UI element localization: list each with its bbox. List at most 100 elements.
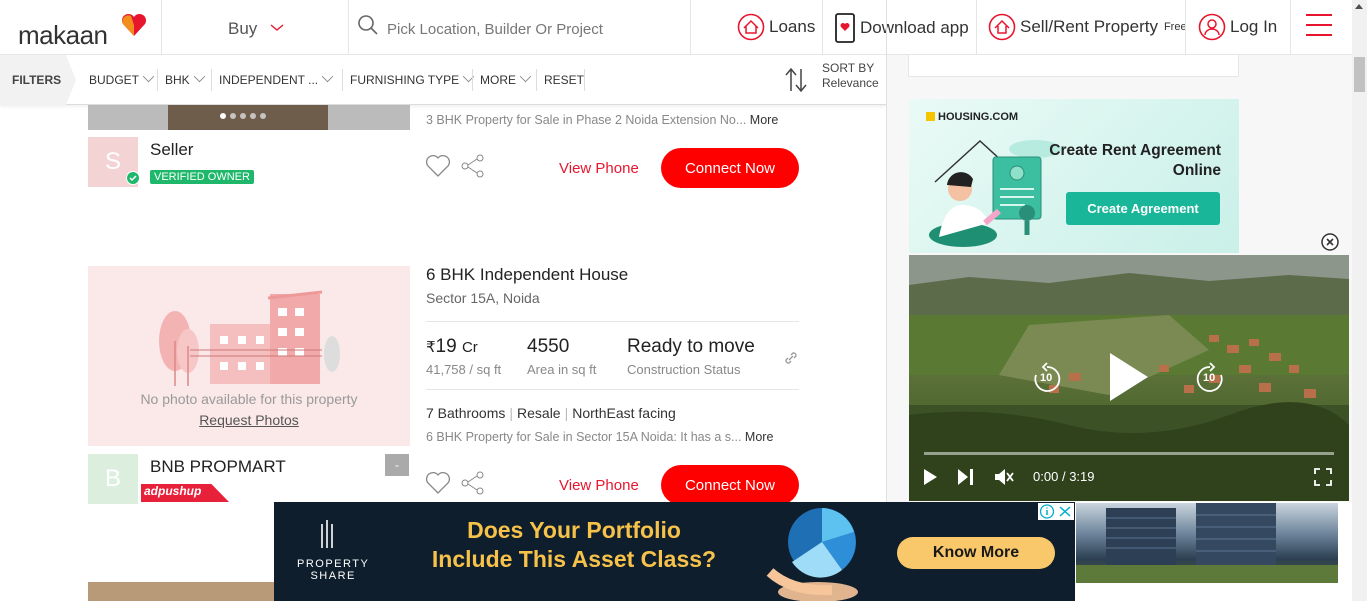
feature-bathrooms: 7 Bathrooms <box>426 405 506 421</box>
video-time: 0:00 / 3:19 <box>1033 469 1095 484</box>
sell-rent-link[interactable]: Sell/Rent Property Free <box>988 13 1187 41</box>
share-icon[interactable] <box>460 153 486 179</box>
filter-more[interactable]: MORE <box>480 70 532 87</box>
sort-icon[interactable] <box>784 67 808 93</box>
reset-button[interactable]: RESET <box>544 73 584 87</box>
filter-divider <box>342 69 343 91</box>
share-icon[interactable] <box>460 470 486 496</box>
connect-now-button[interactable]: Connect Now <box>661 148 799 188</box>
search-icon <box>358 15 378 35</box>
play-icon[interactable] <box>1108 351 1150 403</box>
seller-avatar: B <box>88 454 138 504</box>
verified-check-icon <box>126 171 140 185</box>
filter-divider <box>472 69 473 91</box>
filter-label: BUDGET <box>89 73 140 87</box>
request-photos-link[interactable]: Request Photos <box>88 412 410 428</box>
sort-by-label: SORT BY <box>822 61 875 75</box>
filter-divider <box>536 69 537 91</box>
verified-owner-badge: VERIFIED OWNER <box>150 170 254 184</box>
download-app-link[interactable]: Download app <box>834 13 969 43</box>
forward-seconds: 10 <box>1203 372 1216 384</box>
video-player[interactable]: 10 10 <box>909 255 1349 501</box>
listing-location[interactable]: Sector 15A, Noida <box>426 290 540 306</box>
favorite-heart-icon[interactable] <box>425 154 451 178</box>
filter-divider <box>157 69 158 91</box>
login-link[interactable]: Log In <box>1198 13 1277 41</box>
header-divider <box>976 0 977 54</box>
filter-budget[interactable]: BUDGET <box>89 70 155 87</box>
user-icon <box>1198 13 1226 41</box>
listing-description: 6 BHK Property for Sale in Sector 15A No… <box>426 430 774 444</box>
create-agreement-button[interactable]: Create Agreement <box>1066 192 1220 225</box>
header-divider <box>161 0 162 54</box>
chevron-down-icon[interactable] <box>270 24 284 32</box>
seller-name[interactable]: Seller <box>150 140 193 160</box>
feature-sale-type: Resale <box>517 405 561 421</box>
know-more-button[interactable]: Know More <box>897 537 1055 569</box>
close-icon[interactable] <box>1321 233 1339 251</box>
filters-tab[interactable]: FILTERS <box>0 55 76 105</box>
header-divider <box>690 0 691 54</box>
scroll-up-arrow-icon[interactable] <box>1355 4 1363 9</box>
chevron-down-icon <box>519 70 532 83</box>
construction-status-value: Ready to move <box>627 336 755 357</box>
filter-furnishing[interactable]: FURNISHING TYPE <box>350 70 475 87</box>
free-tag: Free <box>1163 21 1187 33</box>
hamburger-menu-icon[interactable] <box>1305 13 1333 37</box>
sort-by-control[interactable]: SORT BY Relevance <box>822 61 879 91</box>
filter-label: FURNISHING TYPE <box>350 73 460 87</box>
link-icon[interactable] <box>783 350 799 366</box>
more-link[interactable]: More <box>750 113 778 127</box>
mute-icon[interactable] <box>993 467 1015 487</box>
divider <box>426 389 799 390</box>
housing-ad-title: Create Rent Agreement Online <box>1049 142 1221 179</box>
login-label: Log In <box>1230 17 1278 36</box>
price-per-sqft: 41,758 / sq ft <box>426 362 502 377</box>
download-app-label: Download app <box>860 18 969 37</box>
loans-label: Loans <box>769 17 816 36</box>
filters-label: FILTERS <box>12 73 62 87</box>
mobile-phone-icon <box>835 13 855 43</box>
connect-now-button[interactable]: Connect Now <box>661 465 799 505</box>
filter-label: BHK <box>165 73 190 87</box>
chevron-down-icon <box>193 70 205 83</box>
ad-choices[interactable] <box>1038 503 1074 520</box>
view-phone-link[interactable]: View Phone <box>559 477 639 494</box>
buy-dropdown[interactable]: Buy <box>228 19 257 39</box>
building-photo[interactable] <box>1076 503 1338 583</box>
search-input[interactable] <box>387 15 677 43</box>
favorite-heart-icon[interactable] <box>425 471 451 495</box>
site-header: makaan Buy Loans Download app Sell/Rent … <box>0 0 1352 55</box>
housing-ad-banner[interactable]: HOUSING.COM Create Rent Agreement Online… <box>909 99 1239 253</box>
ad-close-icon[interactable] <box>1056 503 1074 520</box>
building-illustration <box>159 290 340 386</box>
home-icon <box>988 13 1016 41</box>
listing-image[interactable] <box>88 582 278 601</box>
view-phone-link[interactable]: View Phone <box>559 160 639 177</box>
ad-info-icon[interactable] <box>1038 503 1056 520</box>
play-small-icon[interactable] <box>922 468 938 486</box>
filter-property-type[interactable]: INDEPENDENT ... <box>219 70 334 87</box>
chevron-down-icon <box>321 70 334 83</box>
sell-rent-label: Sell/Rent Property <box>1020 17 1158 36</box>
skip-next-icon[interactable] <box>956 468 974 486</box>
video-progress-bar[interactable] <box>924 452 1334 455</box>
sidebar-box <box>908 55 1239 77</box>
property-share-ad[interactable]: PROPERTY SHARE Does Your Portfolio Include… <box>274 502 1075 601</box>
filter-bhk[interactable]: BHK <box>165 70 205 87</box>
adpushup-tag[interactable]: adpushup <box>141 484 229 502</box>
filter-divider <box>584 69 585 91</box>
seller-name[interactable]: BNB PROPMART <box>150 457 286 477</box>
more-link[interactable]: More <box>745 430 773 444</box>
image-carousel-dots[interactable] <box>220 113 266 119</box>
property-features: 7 Bathrooms | Resale | NorthEast facing <box>426 405 676 421</box>
feature-facing: NorthEast facing <box>572 405 676 421</box>
listing-description: 3 BHK Property for Sale in Phase 2 Noida… <box>426 113 779 127</box>
scrollbar-thumb[interactable] <box>1354 57 1365 92</box>
makaan-logo[interactable]: makaan <box>18 20 108 51</box>
divider <box>426 321 799 322</box>
area-label: Area in sq ft <box>527 362 597 377</box>
fullscreen-icon[interactable] <box>1314 468 1332 486</box>
listing-title[interactable]: 6 BHK Independent House <box>426 265 628 285</box>
loans-link[interactable]: Loans <box>737 13 815 41</box>
